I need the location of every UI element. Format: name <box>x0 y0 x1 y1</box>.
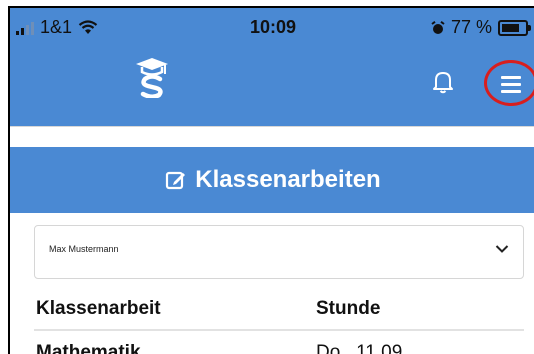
column-header-klassenarbeit[interactable]: Klassenarbeit <box>36 298 161 320</box>
menu-button[interactable] <box>484 60 534 106</box>
phone-screen: 1&1 10:09 77 % Klassenarbeiten Max Muste… <box>8 6 534 354</box>
alarm-icon <box>431 20 445 34</box>
battery-percent: 77 % <box>450 17 492 37</box>
status-right: 77 % <box>431 17 531 38</box>
column-header-stunde[interactable]: Stunde <box>316 298 380 320</box>
edit-icon <box>166 171 186 190</box>
table-cell-date[interactable]: Do., 11.09.. <box>316 342 413 354</box>
section-title: Klassenarbeiten <box>195 166 381 193</box>
section-header: Klassenarbeiten <box>10 147 534 213</box>
bell-icon[interactable] <box>432 70 454 94</box>
chevron-down-icon <box>495 245 509 253</box>
app-logo-icon[interactable] <box>134 56 170 98</box>
divider <box>10 126 534 127</box>
student-select-value: Max Mustermann <box>49 244 119 254</box>
battery-fill <box>502 23 519 32</box>
battery-icon <box>498 19 531 36</box>
table-row-divider <box>34 329 524 331</box>
table-cell-subject[interactable]: Mathematik <box>36 342 141 354</box>
status-bar: 1&1 10:09 77 % <box>10 8 534 48</box>
app-bar <box>10 48 534 126</box>
student-select[interactable]: Max Mustermann <box>34 225 524 279</box>
